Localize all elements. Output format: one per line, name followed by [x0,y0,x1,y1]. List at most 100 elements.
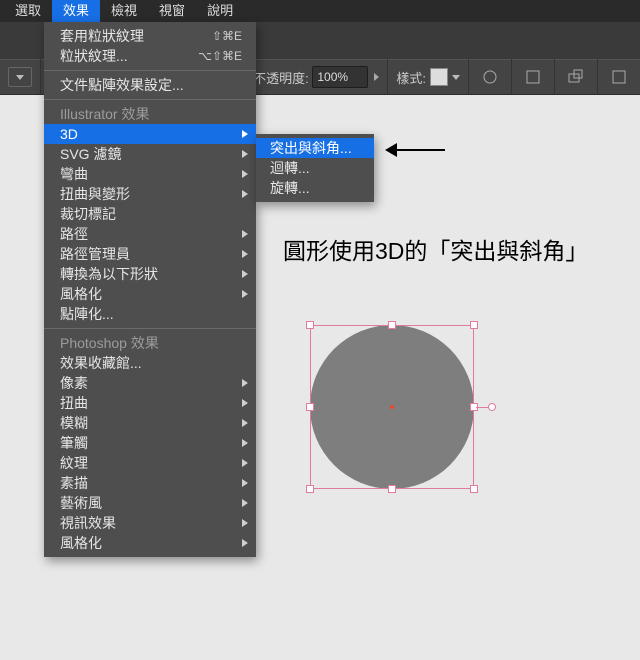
menu-separator [44,328,256,329]
menu-item-label: 藝術風 [60,495,102,511]
chevron-down-icon [16,75,24,80]
menu-item-label: 粒狀紋理... [60,48,128,64]
submenu-arrow-icon [242,419,248,427]
menu-item-label: SVG 濾鏡 [60,146,121,162]
menu-item-label: 彎曲 [60,166,88,182]
shortcut-label: ⇧⌘E [212,26,242,46]
style-swatch[interactable] [430,68,448,86]
submenu-arrow-icon [242,150,248,158]
submenu-arrow-icon [242,290,248,298]
submenu-3d: 突出與斜角...迴轉...旋轉... [256,134,374,202]
menu-help[interactable]: 說明 [196,0,244,22]
menu-item-label: 視訊效果 [60,515,116,531]
menu-item-ps-6[interactable]: 素描 [44,473,256,493]
menu-item-raster-settings[interactable]: 文件點陣效果設定... [44,75,256,95]
submenu-arrow-icon [242,519,248,527]
menu-effect[interactable]: 效果 [52,0,100,22]
handle-tr[interactable] [470,321,478,329]
menubar: 選取 效果 檢視 視窗 說明 [0,0,640,22]
menu-item-ai-2[interactable]: 彎曲 [44,164,256,184]
opacity-input[interactable]: 100% [312,66,368,88]
menu-item-ai-9[interactable]: 點陣化... [44,304,256,324]
menu-item-ai-1[interactable]: SVG 濾鏡 [44,144,256,164]
isolate-icon[interactable] [598,59,640,95]
opacity-label: 不透明度: [253,68,309,87]
menu-item-ps-5[interactable]: 紋理 [44,453,256,473]
menu-item-ai-3[interactable]: 扭曲與變形 [44,184,256,204]
menu-item-label: 素描 [60,475,88,491]
app-stage: 選取 效果 檢視 視窗 說明 不透明度: 100% 樣式: [0,0,640,660]
rotate-handle[interactable] [488,403,496,411]
handle-b[interactable] [388,485,396,493]
submenu-item-2[interactable]: 旋轉... [256,178,374,198]
menu-item-apply-last[interactable]: 套用粒狀紋理 ⇧⌘E [44,26,256,46]
menu-item-label: 點陣化... [60,306,114,322]
handle-bl[interactable] [306,485,314,493]
menu-item-ps-3[interactable]: 模糊 [44,413,256,433]
menu-item-ai-4[interactable]: 裁切標記 [44,204,256,224]
chevron-down-icon [452,75,460,80]
style-label: 樣式: [396,68,426,87]
submenu-arrow-icon [242,270,248,278]
menu-separator [44,70,256,71]
menu-item-ps-1[interactable]: 像素 [44,373,256,393]
submenu-arrow-icon [242,459,248,467]
menu-item-ps-4[interactable]: 筆觸 [44,433,256,453]
menu-item-label: 轉換為以下形狀 [60,266,158,282]
submenu-arrow-icon [242,399,248,407]
submenu-arrow-icon [242,439,248,447]
stroke-profile-dropdown[interactable] [8,67,32,87]
submenu-item-1[interactable]: 迴轉... [256,158,374,178]
submenu-arrow-icon [242,250,248,258]
menu-item-label: 紋理 [60,455,88,471]
handle-t[interactable] [388,321,396,329]
center-point [390,405,394,409]
menu-item-label: 3D [60,126,78,142]
handle-br[interactable] [470,485,478,493]
menu-item-label: 風格化 [60,535,102,551]
submenu-arrow-icon [242,539,248,547]
transform-icon[interactable] [555,59,598,95]
menu-item-ai-5[interactable]: 路徑 [44,224,256,244]
submenu-arrow-icon [242,379,248,387]
menu-separator [44,99,256,100]
menu-item-ai-8[interactable]: 風格化 [44,284,256,304]
menu-select[interactable]: 選取 [4,0,52,22]
menu-item-ps-7[interactable]: 藝術風 [44,493,256,513]
submenu-arrow-icon [242,170,248,178]
menu-item-label: 模糊 [60,415,88,431]
arrow-annotation [385,143,445,157]
chevron-right-icon [374,73,379,81]
menu-header-ai: Illustrator 效果 [44,104,256,124]
menu-item-ps-2[interactable]: 扭曲 [44,393,256,413]
selection-box[interactable] [310,325,474,489]
handle-l[interactable] [306,403,314,411]
annotation-text: 圓形使用3D的「突出與斜角」 [283,232,588,266]
submenu-arrow-icon [242,479,248,487]
menu-item-ps-9[interactable]: 風格化 [44,533,256,553]
menu-item-label: 裁切標記 [60,206,116,222]
menu-item-label: 文件點陣效果設定... [60,77,184,93]
menu-item-label: 扭曲 [60,395,88,411]
menu-item-ps-8[interactable]: 視訊效果 [44,513,256,533]
recolor-icon[interactable] [469,59,512,95]
menu-header-ps: Photoshop 效果 [44,333,256,353]
handle-tl[interactable] [306,321,314,329]
menu-item-label: 效果收藏館... [60,355,142,371]
menu-item-ps-0[interactable]: 效果收藏館... [44,353,256,373]
menu-item-label: 路徑管理員 [60,246,130,262]
menu-view[interactable]: 檢視 [100,0,148,22]
submenu-item-0[interactable]: 突出與斜角... [256,138,374,158]
effect-menu: 套用粒狀紋理 ⇧⌘E 粒狀紋理... ⌥⇧⌘E 文件點陣效果設定... Illu… [44,22,256,557]
menu-item-ai-6[interactable]: 路徑管理員 [44,244,256,264]
menu-item-last-effect[interactable]: 粒狀紋理... ⌥⇧⌘E [44,46,256,66]
align-icon[interactable] [512,59,555,95]
menu-item-label: 像素 [60,375,88,391]
menu-item-label: 風格化 [60,286,102,302]
menu-window[interactable]: 視窗 [148,0,196,22]
menu-item-label: 筆觸 [60,435,88,451]
menu-item-ai-7[interactable]: 轉換為以下形狀 [44,264,256,284]
menu-item-label: 路徑 [60,226,88,242]
submenu-arrow-icon [242,130,248,138]
menu-item-ai-0[interactable]: 3D [44,124,256,144]
